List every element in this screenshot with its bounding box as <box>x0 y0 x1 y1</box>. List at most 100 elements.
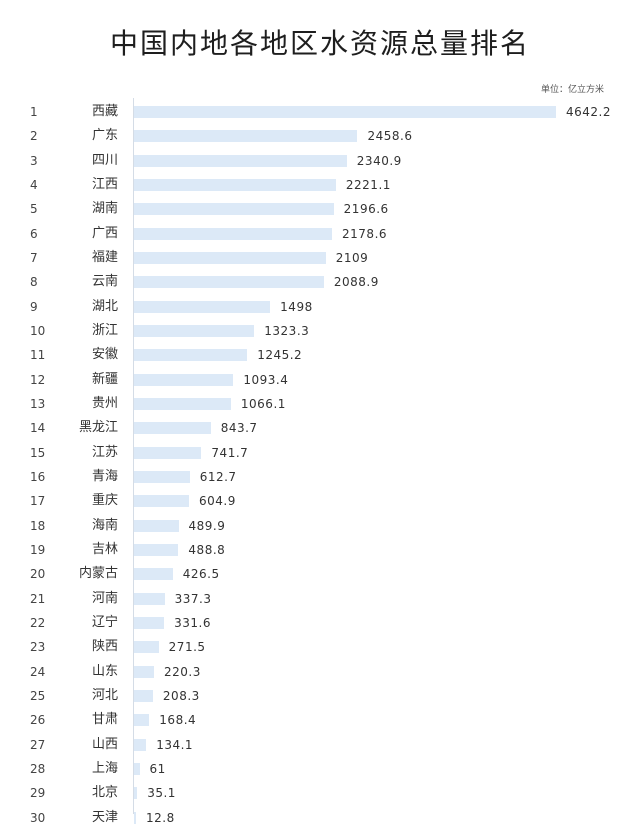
bar <box>134 470 190 483</box>
category-label: 海南 <box>91 517 118 533</box>
bar <box>134 324 255 337</box>
category-label: 内蒙古 <box>78 566 118 582</box>
value-label: 12.8 <box>146 810 175 825</box>
value-label: 35.1 <box>147 786 176 801</box>
category-label: 湖南 <box>91 201 118 217</box>
category-label: 广东 <box>91 128 118 144</box>
bar-row: 4 江西 2221.1 <box>0 173 640 197</box>
bar <box>134 714 150 727</box>
value-label: 1323.3 <box>264 323 310 338</box>
value-label: 271.5 <box>168 640 206 655</box>
value-label: 1066.1 <box>240 396 286 411</box>
category-label: 贵州 <box>91 395 118 411</box>
bar-row: 11 安徽 1245.2 <box>0 343 640 367</box>
bar-row: 19 吉林 488.8 <box>0 538 640 562</box>
bar <box>134 592 165 605</box>
bar-row: 14 黑龙江 843.7 <box>0 416 640 440</box>
bar-row: 25 河北 208.3 <box>0 684 640 708</box>
bar <box>134 738 147 751</box>
category-label: 四川 <box>91 152 118 168</box>
value-label: 612.7 <box>199 469 237 484</box>
category-label: 江西 <box>91 176 118 192</box>
category-label: 青海 <box>91 468 118 484</box>
bar <box>134 787 138 800</box>
bar-row: 8 云南 2088.9 <box>0 270 640 294</box>
bar <box>134 762 140 775</box>
bar <box>134 203 334 216</box>
value-label: 843.7 <box>220 421 258 436</box>
bar-row: 26 甘肃 168.4 <box>0 708 640 732</box>
value-label: 1093.4 <box>243 372 289 387</box>
bar-row: 5 湖南 2196.6 <box>0 197 640 221</box>
category-label: 天津 <box>91 809 118 825</box>
bar <box>134 689 153 702</box>
bar-row: 13 贵州 1066.1 <box>0 392 640 416</box>
category-label: 辽宁 <box>91 614 118 630</box>
bar <box>134 811 136 824</box>
bar <box>134 251 326 264</box>
category-label: 甘肃 <box>91 712 118 728</box>
value-label: 2458.6 <box>367 129 413 144</box>
bar <box>134 568 173 581</box>
value-label: 220.3 <box>164 664 201 679</box>
bar <box>134 641 159 654</box>
category-label: 福建 <box>91 249 118 265</box>
value-label: 2340.9 <box>356 153 402 168</box>
category-label: 河北 <box>91 687 118 703</box>
bar <box>134 665 155 678</box>
bar-row: 30 天津 12.8 <box>0 806 640 830</box>
bar-row: 2 广东 2458.6 <box>0 124 640 148</box>
bar <box>134 616 165 629</box>
bar <box>134 373 234 386</box>
bar-row: 12 新疆 1093.4 <box>0 368 640 392</box>
bar <box>134 349 248 362</box>
bar <box>134 519 179 532</box>
value-label: 134.1 <box>156 737 194 752</box>
value-label: 2196.6 <box>343 202 389 217</box>
bar-row: 1 西藏 4642.2 <box>0 100 640 124</box>
bar-row: 3 四川 2340.9 <box>0 149 640 173</box>
category-label: 浙江 <box>91 322 118 338</box>
bar-row: 6 广西 2178.6 <box>0 222 640 246</box>
bar <box>134 397 231 410</box>
value-label: 2088.9 <box>333 275 379 290</box>
value-label: 489.9 <box>188 518 226 533</box>
category-label: 云南 <box>91 274 118 290</box>
bar <box>134 106 556 118</box>
bar-row: 29 北京 35.1 <box>0 781 640 805</box>
value-label: 1245.2 <box>257 348 303 363</box>
value-label: 604.9 <box>198 494 236 509</box>
category-label: 黑龙江 <box>78 420 118 436</box>
bar <box>134 178 336 191</box>
value-label: 331.6 <box>174 615 211 630</box>
bar <box>134 130 358 143</box>
bar-row: 17 重庆 604.9 <box>0 489 640 513</box>
bar <box>134 300 271 313</box>
value-label: 1498 <box>280 299 313 314</box>
bar-row: 15 江苏 741.7 <box>0 441 640 465</box>
value-label: 488.8 <box>188 542 226 557</box>
value-label: 208.3 <box>162 688 200 703</box>
bar-chart: 1 西藏 4642.2 2 广东 2458.6 3 四川 2340.9 4 江西 2221.1 5 湖南 2… <box>0 0 640 825</box>
bar-row: 28 上海 61 <box>0 757 640 781</box>
bar-row: 27 山西 134.1 <box>0 733 640 757</box>
category-label: 广西 <box>91 225 118 241</box>
value-label: 741.7 <box>211 445 249 460</box>
bar-row: 23 陕西 271.5 <box>0 635 640 659</box>
bar <box>134 276 324 289</box>
category-label: 西藏 <box>91 104 118 119</box>
value-label: 337.3 <box>174 591 212 606</box>
bar-row: 9 湖北 1498 <box>0 295 640 319</box>
category-label: 江苏 <box>91 444 118 460</box>
category-label: 吉林 <box>91 541 118 557</box>
category-label: 河南 <box>91 590 118 606</box>
value-label: 2221.1 <box>345 177 391 192</box>
category-label: 安徽 <box>91 347 118 363</box>
category-label: 重庆 <box>91 493 118 509</box>
bar <box>134 422 211 435</box>
bar-row: 16 青海 612.7 <box>0 465 640 489</box>
bar <box>134 543 179 556</box>
bar-row: 20 内蒙古 426.5 <box>0 562 640 586</box>
bar-row: 21 河南 337.3 <box>0 587 640 611</box>
bar <box>134 154 347 167</box>
